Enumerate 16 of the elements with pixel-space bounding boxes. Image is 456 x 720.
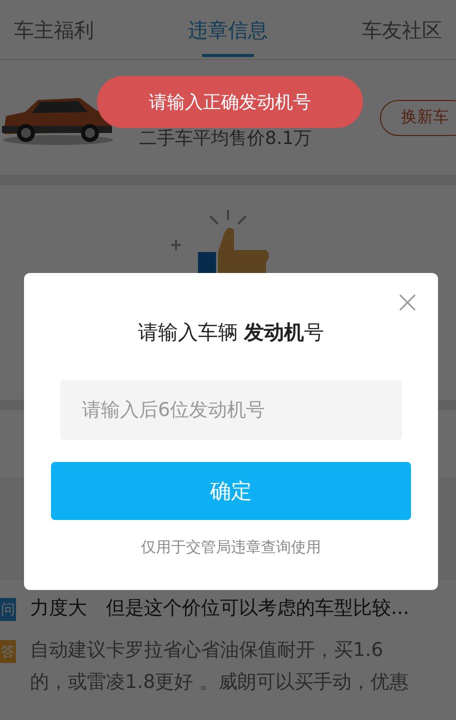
usage-note: 仅用于交管局违章查询使用: [141, 538, 321, 557]
answer-text: 自动建议卡罗拉省心省油保值耐开，买1.6: [30, 638, 384, 663]
dialog-title: 请输入车辆 发动机号: [138, 319, 324, 346]
error-toast: 请输入正确发动机号: [97, 76, 363, 128]
tab[interactable]: 车主福利: [14, 0, 94, 59]
confirm-button[interactable]: 确定: [51, 462, 411, 520]
engine-number-field[interactable]: 请输入后6位发动机号: [60, 380, 402, 440]
tab[interactable]: 车友社区: [362, 0, 442, 59]
question-text: 力度大 但是这个价位可以考虑的车型比较...: [30, 596, 410, 621]
qa-badge: 答: [0, 640, 16, 663]
answer-text: 的，或雷凌1.8更好 。威朗可以买手动，优惠: [30, 670, 408, 695]
new-car-button[interactable]: 换新车: [380, 100, 456, 136]
average-price: 二手车平均售价8.1万: [139, 126, 312, 150]
qa-badge: 问: [0, 598, 16, 621]
close-icon[interactable]: [399, 294, 416, 311]
tab[interactable]: 违章信息: [188, 0, 268, 59]
